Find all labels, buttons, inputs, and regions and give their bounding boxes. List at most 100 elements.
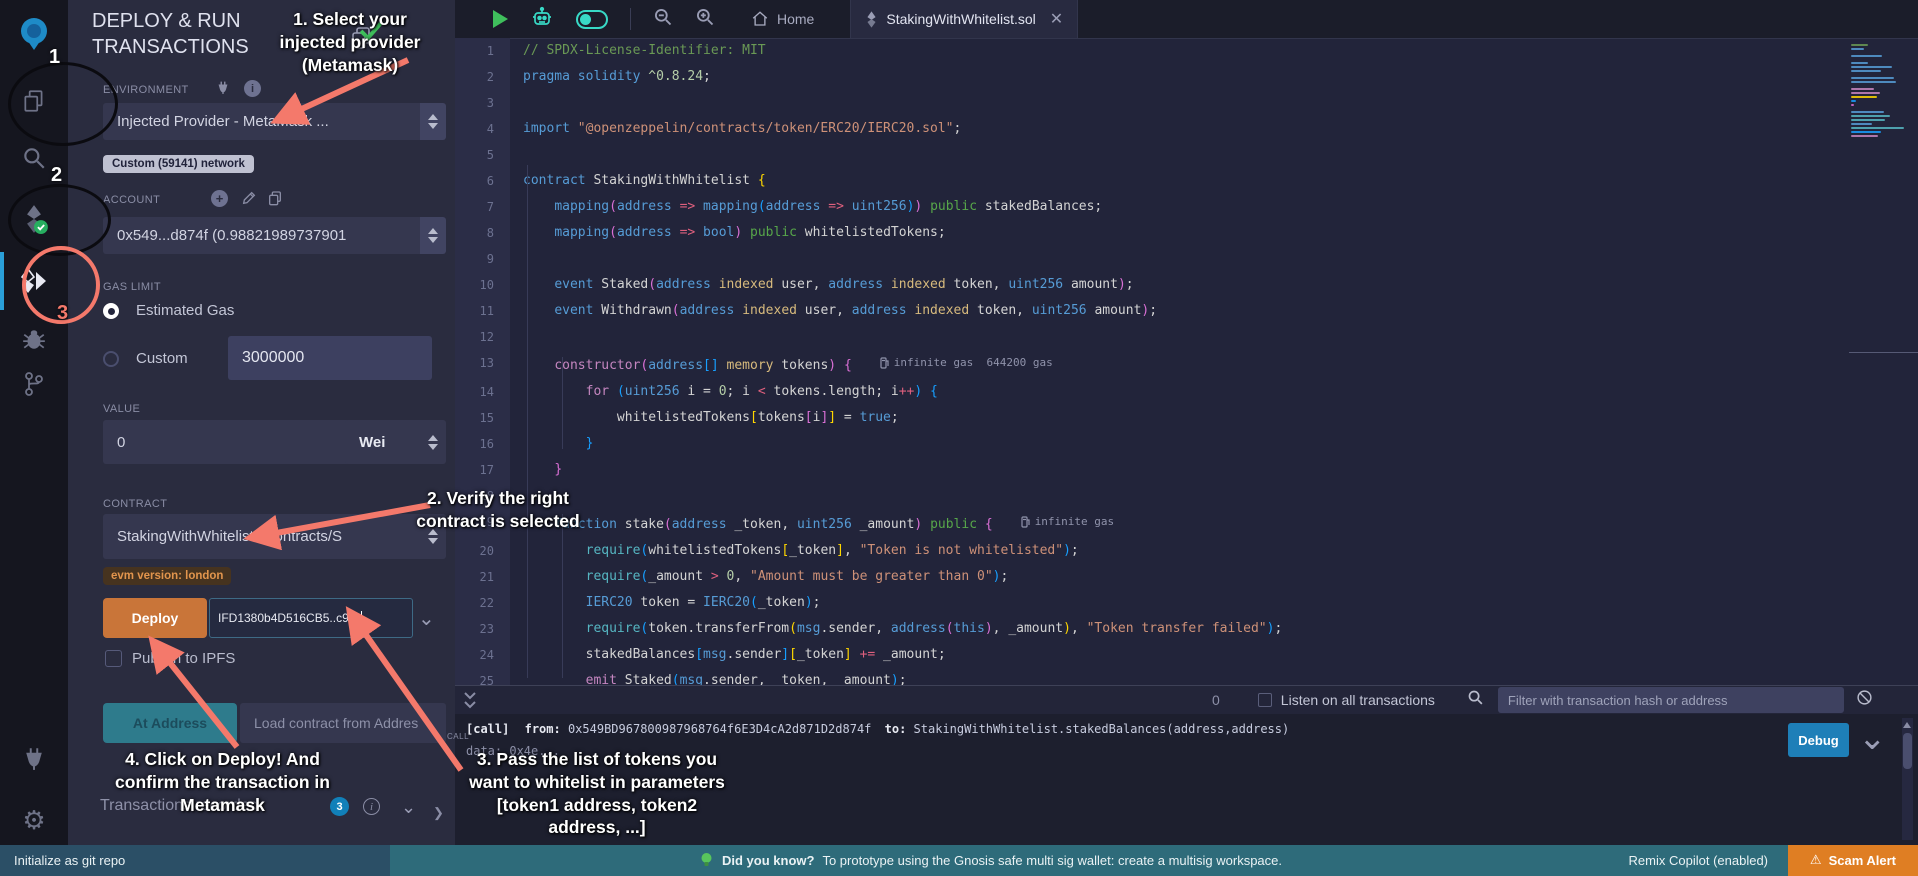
minimap-line [1851,55,1882,57]
tab-staking-file[interactable]: StakingWithWhitelist.sol ✕ [850,0,1078,38]
edit-account-icon[interactable] [241,190,257,206]
editor-scrollbar-marker[interactable] [1849,352,1918,353]
code-line[interactable]: 18 [455,483,1845,509]
log-from-key: from: [525,722,561,736]
debugger-bug-icon[interactable] [19,324,49,354]
copilot-status[interactable]: Remix Copilot (enabled) [1629,853,1768,868]
code-line[interactable]: 23 require(token.transferFrom(msg.sender… [455,616,1845,642]
git-branch-icon[interactable] [19,369,49,399]
code-line[interactable]: 10 event Staked(address indexed user, ad… [455,272,1845,298]
at-address-input[interactable]: Load contract from Addres [240,703,446,743]
deploy-run-icon[interactable] [19,266,49,296]
ai-copilot-robot-icon[interactable] [530,5,554,34]
code-line[interactable]: 9 [455,246,1845,272]
code-line[interactable]: 2pragma solidity ^0.8.24; [455,64,1845,90]
custom-gas-radio[interactable] [103,351,119,367]
code-line[interactable]: 1// SPDX-License-Identifier: MIT [455,38,1845,64]
value-input[interactable]: 0 [103,420,355,464]
editor-minimap[interactable] [1851,44,1913,137]
code-line[interactable]: 6contract StakingWithWhitelist { [455,168,1845,194]
code-line[interactable]: 13 constructor(address[] memory tokens) … [455,350,1845,379]
code-line[interactable]: 3 [455,90,1845,116]
code-line[interactable]: 25 emit Staked(msg.sender, _token, _amou… [455,668,1845,685]
expand-terminal-icon[interactable] [463,692,477,709]
minimap-line [1851,100,1856,102]
code-line[interactable]: 11 event Withdrawn(address indexed user,… [455,298,1845,324]
solidity-compiler-icon[interactable] [19,204,49,234]
listen-all-checkbox[interactable] [1258,693,1272,707]
transactions-info-icon[interactable]: i [363,798,380,815]
code-line[interactable]: 4import "@openzeppelin/contracts/token/E… [455,116,1845,142]
add-account-icon[interactable]: + [211,190,228,207]
code-line[interactable]: 21 require(_amount > 0, "Amount must be … [455,564,1845,590]
code-line[interactable]: 8 mapping(address => bool) public whitel… [455,220,1845,246]
terminal-prompt-chevron-icon[interactable]: ❯ [433,805,444,821]
clear-terminal-icon[interactable] [1856,689,1873,711]
contract-select[interactable]: StakingWithWhitelist - contracts/S [103,514,446,559]
settings-gear-icon[interactable]: ⚙ [19,806,49,836]
run-script-play-icon[interactable] [493,10,508,28]
code-line[interactable]: 22 IERC20 token = IERC20(_token); [455,590,1845,616]
deploy-expand-chevron-icon[interactable]: ⌄ [418,606,435,631]
code-area[interactable]: 1// SPDX-License-Identifier: MIT2pragma … [455,38,1845,685]
terminal-bar: 0 Listen on all transactions [455,686,1918,714]
minimap-line [1851,131,1881,133]
environment-select[interactable]: Injected Provider - MetaMask ... [103,103,446,140]
solidity-file-icon [865,11,878,28]
code-line[interactable]: 14 for (uint256 i = 0; i < tokens.length… [455,379,1845,405]
code-line[interactable]: 20 require(whitelistedTokens[_token], "T… [455,538,1845,564]
copilot-toggle[interactable] [576,10,608,29]
at-address-button[interactable]: At Address [103,703,237,743]
close-tab-icon[interactable]: ✕ [1050,9,1063,29]
environment-info-icon[interactable]: i [244,80,261,97]
constructor-param-input[interactable]: IFD1380b4D516CB5..c93" [209,598,413,638]
deploy-button[interactable]: Deploy [103,598,207,638]
scam-alert-button[interactable]: ⚠ Scam Alert [1788,845,1918,876]
code-line[interactable]: 5 [455,142,1845,168]
tab-home[interactable]: Home [737,0,828,38]
search-icon[interactable] [19,143,49,173]
gas-estimate-badge: infinite gas [1021,509,1114,535]
account-stepper-icon[interactable] [420,217,446,254]
environment-plug-icon[interactable] [216,80,230,95]
minimap-line [1851,104,1854,106]
custom-gas-value: 3000000 [242,349,304,367]
debug-button[interactable]: Debug [1788,723,1849,757]
account-select[interactable]: 0x549...d874f (0.98821989737901 [103,217,446,254]
code-line[interactable]: 16 } [455,431,1845,457]
environment-value: Injected Provider - MetaMask ... [117,113,329,130]
account-label: ACCOUNT [103,194,160,206]
publish-ipfs-checkbox[interactable] [105,650,122,667]
terminal-log-line[interactable]: [call] from: 0x549BD967800987968764f6E3D… [466,722,1289,736]
scroll-up-icon[interactable] [1903,722,1911,728]
code-line[interactable]: 19 function stake(address _token, uint25… [455,509,1845,538]
value-unit-select[interactable]: Wei [345,420,446,464]
tab-bar: Home StakingWithWhitelist.sol ✕ [455,0,1918,39]
unit-stepper-icon[interactable] [420,420,446,464]
transactions-chevron-icon[interactable]: ⌄ [401,797,416,818]
minimap-line [1851,135,1878,137]
transaction-filter-input[interactable] [1498,687,1844,713]
network-badge: Custom (59141) network [103,155,254,173]
git-init-button[interactable]: Initialize as git repo [0,845,390,876]
copy-account-icon[interactable] [267,190,283,206]
plugin-manager-icon[interactable] [19,743,49,773]
code-line[interactable]: 7 mapping(address => mapping(address => … [455,194,1845,220]
contract-stepper-icon[interactable] [420,514,446,559]
estimated-gas-radio[interactable] [103,303,119,319]
zoom-out-icon[interactable] [653,7,673,32]
collapse-log-chevron-icon[interactable]: ⌄ [1858,718,1887,758]
custom-gas-input[interactable]: 3000000 [228,336,432,380]
code-line[interactable]: 12 [455,324,1845,350]
file-explorer-icon[interactable] [19,86,49,116]
code-line[interactable]: 15 whitelistedTokens[tokens[i]] = true; [455,405,1845,431]
terminal-scrollbar-thumb[interactable] [1903,733,1912,769]
environment-stepper-icon[interactable] [420,103,446,140]
code-line[interactable]: 17 } [455,457,1845,483]
minimap-line [1851,48,1864,50]
terminal-search-icon[interactable] [1467,689,1484,711]
environment-label: ENVIRONMENT [103,84,189,96]
zoom-in-icon[interactable] [695,7,715,32]
code-line[interactable]: 24 stakedBalances[msg.sender][_token] +=… [455,642,1845,668]
minimap-line [1851,44,1868,46]
